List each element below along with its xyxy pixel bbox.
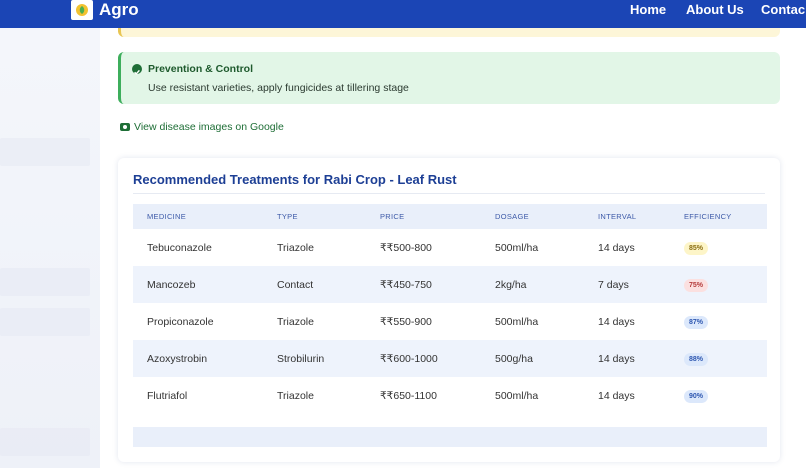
- sidebar-placeholder: [0, 308, 90, 336]
- table-footer: [133, 427, 767, 447]
- cell-dosage: 500ml/ha: [495, 389, 539, 402]
- efficiency-badge: 75%: [684, 278, 709, 292]
- table-row: Tebuconazole Triazole ₹₹500-800 500ml/ha 14 …: [133, 229, 767, 266]
- cell-medicine: Azoxystrobin: [147, 352, 208, 365]
- column-header-type[interactable]: TYPE: [263, 204, 366, 229]
- cell-interval: 14 days: [598, 241, 635, 254]
- cell-efficiency: 85%: [670, 229, 767, 266]
- cell-dosage: 500g/ha: [495, 352, 533, 365]
- brand-name[interactable]: Agro: [99, 0, 139, 20]
- cell-efficiency: 87%: [670, 303, 767, 340]
- cell-interval: 14 days: [598, 315, 635, 328]
- treatments-table: MEDICINE TYPE PRICE DOSAGE INTERVAL EFFI…: [133, 204, 767, 414]
- cell-price: ₹₹500-800: [380, 241, 432, 254]
- prevention-title: Prevention & Control: [148, 63, 254, 75]
- cell-type: Strobilurin: [277, 352, 325, 365]
- table-row: Mancozeb Contact ₹₹450-750 2kg/ha 7 days 75%: [133, 266, 767, 303]
- column-header-price[interactable]: PRICE: [366, 204, 481, 229]
- cell-efficiency: 90%: [670, 377, 767, 414]
- cell-medicine: Propiconazole: [147, 315, 214, 328]
- table-row: Azoxystrobin Strobilurin ₹₹600-1000 500g/ha…: [133, 340, 767, 377]
- column-header-dosage[interactable]: DOSAGE: [481, 204, 584, 229]
- cell-dosage: 2kg/ha: [495, 278, 527, 291]
- main-content: Prevention & Control Use resistant varie…: [100, 28, 806, 468]
- sidebar-shade: [0, 28, 100, 468]
- cell-type: Contact: [277, 278, 314, 291]
- nav-about-us[interactable]: About Us: [686, 2, 744, 18]
- treatments-card: Recommended Treatments for Rabi Crop - L…: [118, 158, 780, 462]
- cell-dosage: 500ml/ha: [495, 241, 539, 254]
- disease-images-link[interactable]: View disease images on Google: [120, 121, 284, 133]
- cell-medicine: Tebuconazole: [147, 241, 212, 254]
- sidebar-placeholder: [0, 138, 90, 166]
- cell-price: ₹₹600-1000: [380, 352, 438, 365]
- disease-images-label: View disease images on Google: [134, 121, 284, 133]
- camera-icon: [120, 123, 130, 131]
- cell-price: ₹₹650-1100: [380, 389, 437, 402]
- table-row: Flutriafol Triazole ₹₹650-1100 500ml/ha 14 d…: [133, 377, 767, 414]
- efficiency-badge: 90%: [684, 389, 709, 403]
- prevention-box: Prevention & Control Use resistant varie…: [118, 52, 780, 104]
- cell-interval: 7 days: [598, 278, 629, 291]
- efficiency-badge: 88%: [684, 352, 709, 366]
- navbar: Agro Home About Us Contac: [0, 0, 806, 28]
- cell-medicine: Mancozeb: [147, 278, 196, 291]
- cell-type: Triazole: [277, 315, 314, 328]
- table-row: Propiconazole Triazole ₹₹550-900 500ml/ha 14…: [133, 303, 767, 340]
- cell-type: Triazole: [277, 241, 314, 254]
- warning-box: [118, 28, 780, 37]
- divider: [133, 193, 765, 194]
- efficiency-badge: 87%: [684, 315, 709, 329]
- cell-dosage: 500ml/ha: [495, 315, 539, 328]
- column-header-efficiency[interactable]: EFFICIENCY: [670, 204, 767, 229]
- cell-efficiency: 88%: [670, 340, 767, 377]
- sidebar-placeholder: [0, 428, 90, 456]
- treatments-title: Recommended Treatments for Rabi Crop - L…: [133, 172, 457, 187]
- cell-type: Triazole: [277, 389, 314, 402]
- nav-home[interactable]: Home: [630, 2, 666, 18]
- cell-price: ₹₹550-900: [380, 315, 432, 328]
- cell-medicine: Flutriafol: [147, 389, 188, 402]
- column-header-medicine[interactable]: MEDICINE: [133, 204, 263, 229]
- cell-price: ₹₹450-750: [380, 278, 432, 291]
- sidebar-placeholder: [0, 268, 90, 296]
- cell-interval: 14 days: [598, 352, 635, 365]
- column-header-interval[interactable]: INTERVAL: [584, 204, 670, 229]
- nav-contact[interactable]: Contac: [761, 2, 805, 18]
- efficiency-badge: 85%: [684, 241, 709, 255]
- cell-efficiency: 75%: [670, 266, 767, 303]
- check-circle-icon: [132, 64, 142, 75]
- cell-interval: 14 days: [598, 389, 635, 402]
- logo-icon[interactable]: [71, 0, 93, 20]
- table-header-row: MEDICINE TYPE PRICE DOSAGE INTERVAL EFFI…: [133, 204, 767, 229]
- prevention-text: Use resistant varieties, apply fungicide…: [148, 82, 409, 94]
